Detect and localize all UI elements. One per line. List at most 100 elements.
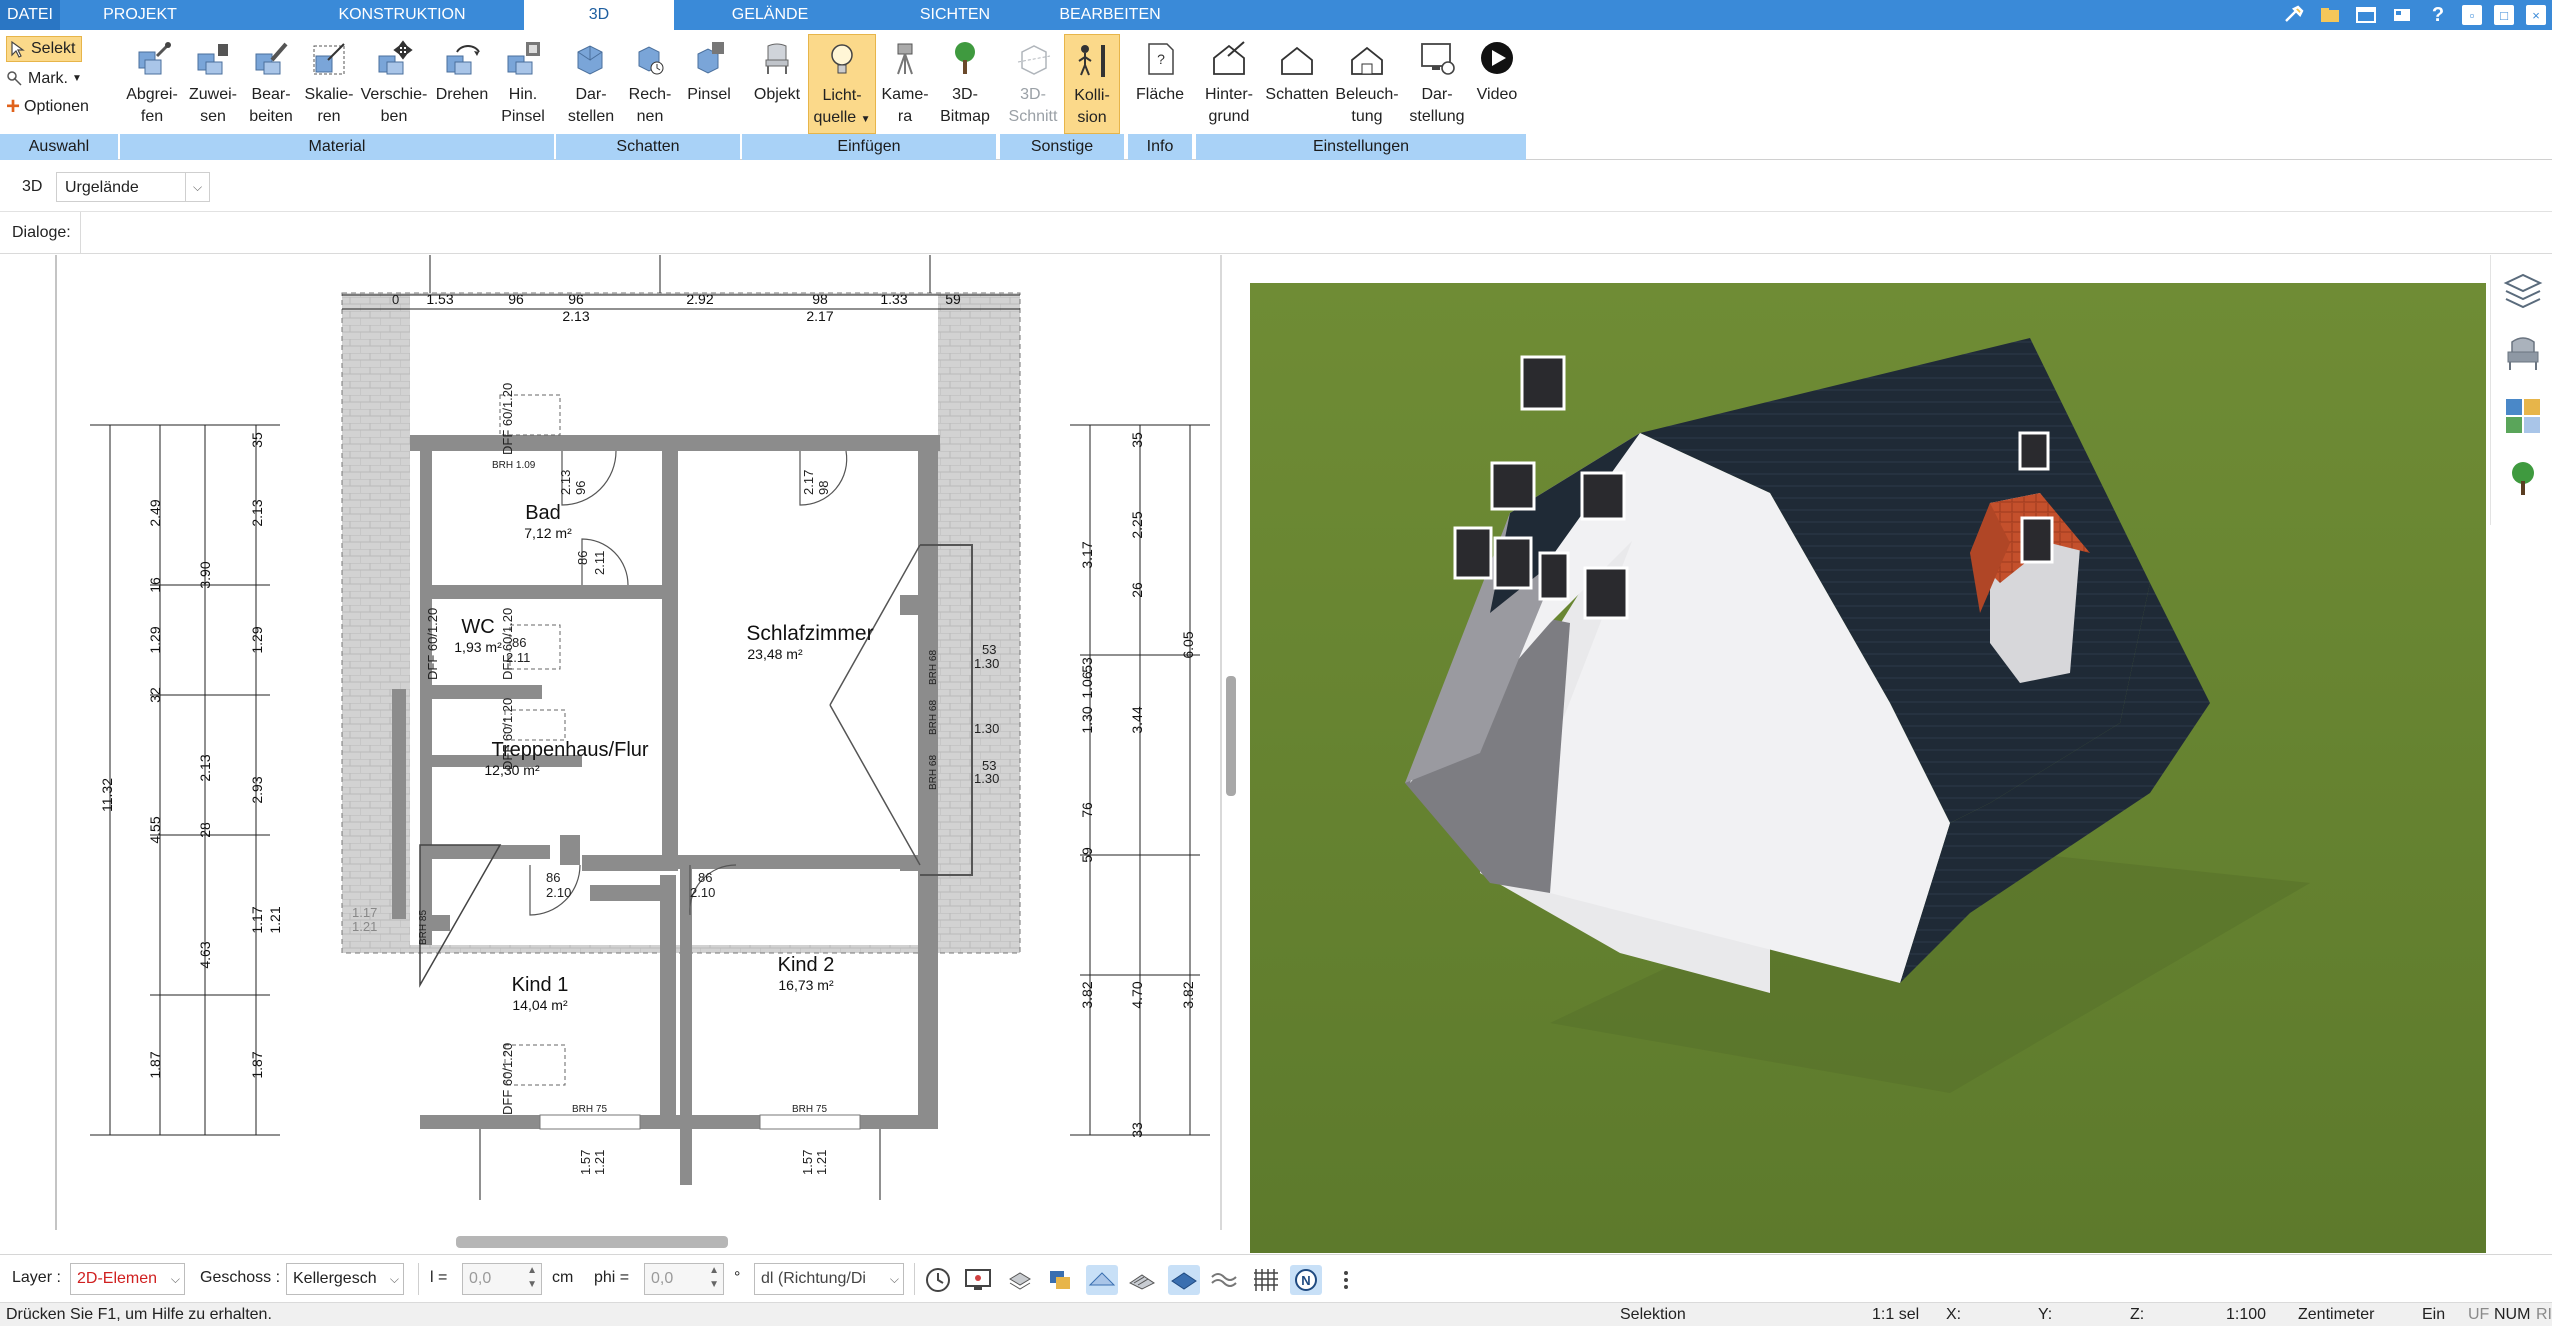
verschieben-label-2: ben <box>380 108 408 125</box>
dim-text: 96 <box>508 291 524 307</box>
tab-bearbeiten[interactable]: BEARBEITEN <box>1050 0 1170 30</box>
view-3d[interactable] <box>1250 283 2486 1253</box>
geschoss-select[interactable]: Kellergesch ⌵ <box>286 1263 404 1295</box>
plant-icon[interactable] <box>2500 455 2546 501</box>
beleuchtung-button[interactable]: Beleuch- tung <box>1332 34 1402 134</box>
hintergrund-label-2: grund <box>1208 108 1250 125</box>
bearbeiten-button[interactable]: Bear- beiten <box>242 34 300 134</box>
kamera-button[interactable]: Kame- ra <box>876 34 934 134</box>
schnitt-3d-label-1: 3D- <box>1020 86 1046 103</box>
flaeche-button[interactable]: ? Fläche <box>1130 34 1190 134</box>
bottom-toolbar: Layer : 2D-Elemen ⌵ Geschoss : Kellerges… <box>0 1254 2552 1302</box>
floor-plan-view[interactable]: Bad 7,12 m² WC 1,93 m² Schlafzimmer 23,4… <box>0 255 1222 1230</box>
video-button[interactable]: Video <box>1472 34 1522 134</box>
plan-vertical-scrollbar[interactable] <box>1226 676 1236 796</box>
help-icon[interactable]: ? <box>2426 3 2450 27</box>
folder-icon[interactable] <box>2318 3 2342 27</box>
bearbeiten-label-1: Bear- <box>251 86 291 103</box>
mark-button[interactable]: Mark. ▼ <box>6 66 82 92</box>
wave-icon[interactable] <box>1208 1265 1240 1295</box>
terrain-select[interactable]: Urgelände ⌵ <box>56 172 210 202</box>
window <box>1453 526 1493 580</box>
grid-icon[interactable] <box>1250 1265 1282 1295</box>
edit-material-icon <box>255 42 288 75</box>
plan-horizontal-scrollbar[interactable] <box>456 1236 728 1248</box>
room-name: WC <box>461 616 494 638</box>
tab-projekt[interactable]: PROJEKT <box>95 0 185 30</box>
tab-gelaende[interactable]: GELÄNDE <box>720 0 820 30</box>
pointcloud-icon[interactable] <box>1004 1265 1036 1295</box>
armchair-icon[interactable] <box>2500 330 2546 376</box>
hin-pinsel-button[interactable]: Hin. Pinsel <box>494 34 552 134</box>
minimize-button[interactable]: ▫ <box>2462 5 2482 25</box>
tab-konstruktion[interactable]: KONSTRUKTION <box>322 0 482 30</box>
l-input[interactable]: 0,0 ▲ ▼ <box>462 1263 542 1295</box>
verschieben-button[interactable]: Verschie- ben <box>358 34 430 134</box>
palette-icon[interactable] <box>2390 3 2414 27</box>
schatten-rechnen-button[interactable]: Rech- nen <box>622 34 678 134</box>
abgreifen-label-2: fen <box>140 108 164 125</box>
drehen-button[interactable]: Drehen <box>430 34 494 134</box>
maximize-button[interactable]: □ <box>2494 5 2514 25</box>
lichtquelle-button[interactable]: Licht- quelle ▼ <box>808 34 876 134</box>
layers-stack-icon[interactable] <box>1044 1265 1076 1295</box>
dl-select[interactable]: dl (Richtung/Di ⌵ <box>754 1263 904 1295</box>
window-bottom-2 <box>759 1114 861 1130</box>
tab-3d[interactable]: 3D <box>524 0 674 30</box>
dim-text: 28 <box>197 822 213 838</box>
hatch-icon[interactable] <box>1126 1265 1158 1295</box>
more-icon[interactable] <box>1330 1265 1362 1295</box>
layers-icon[interactable] <box>2500 267 2546 313</box>
status-x: X: <box>1946 1306 1962 1323</box>
phi-input[interactable]: 0,0 ▲ ▼ <box>644 1263 724 1295</box>
optionen-button[interactable]: + Optionen <box>6 94 89 120</box>
north-icon[interactable]: N <box>1290 1265 1322 1295</box>
house-shadow-icon <box>1281 46 1313 75</box>
bitmap-3d-label-2: Bitmap <box>940 108 990 125</box>
schatten-darstellen-button[interactable]: Dar- stellen <box>560 34 622 134</box>
surface-icon[interactable] <box>1086 1265 1118 1295</box>
shadow-brush-icon <box>697 42 724 74</box>
tab-sichten[interactable]: SICHTEN <box>905 0 1005 30</box>
objekt-button[interactable]: Objekt <box>746 34 808 134</box>
zuweisen-button[interactable]: Zuwei- sen <box>184 34 242 134</box>
chevron-down-icon: ▼ <box>860 114 871 125</box>
clock-icon[interactable] <box>922 1265 954 1295</box>
material-swatch-icon[interactable] <box>2500 393 2546 439</box>
schatten-pinsel-button[interactable]: Pinsel <box>678 34 740 134</box>
dim-text: 2.17 <box>806 308 833 324</box>
dim-text: 1.06 <box>1079 671 1095 698</box>
stepper-icon[interactable]: ▲ ▼ <box>527 1264 537 1292</box>
kollision-button[interactable]: Kolli- sion <box>1064 34 1120 134</box>
chevron-down-icon: ⌵ <box>185 173 209 201</box>
einst-schatten-button[interactable]: Schatten <box>1262 34 1332 134</box>
darstellung-label-2: stellung <box>1409 108 1465 125</box>
stepper-icon[interactable]: ▲ ▼ <box>709 1264 719 1292</box>
skalieren-button[interactable]: Skalie- ren <box>300 34 358 134</box>
tab-datei[interactable]: DATEI <box>0 0 60 30</box>
dim-text: 2.92 <box>686 291 713 307</box>
darstellung-button[interactable]: Dar- stellung <box>1402 34 1472 134</box>
camera-icon <box>897 43 913 75</box>
plane-icon[interactable] <box>1168 1265 1200 1295</box>
door-dim: 2.11 <box>592 551 607 575</box>
chevron-down-icon: ▼ <box>72 73 82 84</box>
monitor-icon[interactable] <box>962 1265 994 1295</box>
abgreifen-button[interactable]: Abgrei- fen <box>120 34 184 134</box>
kollision-label-1: Kolli- <box>1074 87 1110 104</box>
selekt-button[interactable]: Selekt <box>6 36 83 62</box>
svg-text:?: ? <box>1157 51 1165 67</box>
window-icon[interactable] <box>2354 3 2378 27</box>
layer-select[interactable]: 2D-Elemen ⌵ <box>70 1263 185 1295</box>
close-button[interactable]: × <box>2526 5 2546 25</box>
dim-text: 11.32 <box>99 778 115 812</box>
dim-text: 33 <box>1129 1122 1145 1138</box>
brh-label: BRH 68 <box>928 650 939 685</box>
tools-icon[interactable] <box>2282 3 2306 27</box>
hintergrund-button[interactable]: Hinter- grund <box>1196 34 1262 134</box>
schnitt-3d-button[interactable]: 3D- Schnitt <box>1002 34 1064 134</box>
skalieren-label-2: ren <box>317 108 341 125</box>
bitmap-3d-button[interactable]: 3D- Bitmap <box>934 34 996 134</box>
zuweisen-label-2: sen <box>200 108 226 125</box>
misc-dim: 1.17 <box>352 905 377 920</box>
